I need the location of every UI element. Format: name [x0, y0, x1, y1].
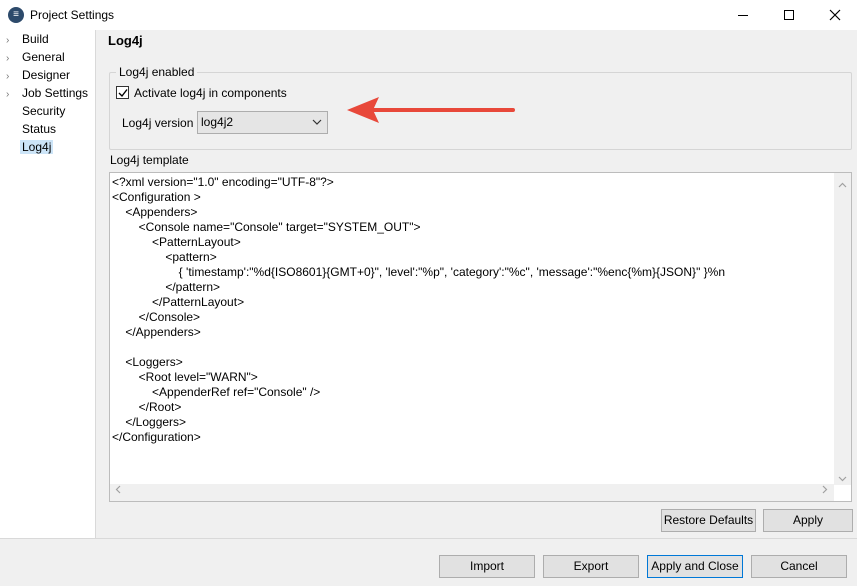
tree-item-job-settings[interactable]: › Job Settings — [6, 84, 90, 102]
maximize-icon — [784, 10, 794, 20]
restore-defaults-button[interactable]: Restore Defaults — [661, 509, 756, 532]
log4j-version-select[interactable]: log4j2 — [197, 111, 328, 134]
activate-log4j-checkbox[interactable] — [116, 86, 129, 99]
tree-item-general[interactable]: › General — [6, 48, 67, 66]
tree-item-label: General — [22, 50, 65, 64]
log4j-version-label: Log4j version — [122, 116, 194, 130]
scroll-right-icon[interactable] — [822, 483, 828, 497]
red-arrow-icon — [347, 97, 515, 123]
close-icon — [829, 9, 841, 21]
tree-item-designer[interactable]: › Designer — [6, 66, 72, 84]
apply-and-close-button[interactable]: Apply and Close — [647, 555, 743, 578]
tree-item-label: Security — [22, 104, 66, 118]
chevron-down-icon — [312, 112, 322, 140]
window-title: Project Settings — [30, 8, 115, 22]
tree-item-log4j[interactable]: Log4j — [6, 138, 54, 156]
template-text[interactable]: <?xml version="1.0" encoding="UTF-8"?> <… — [112, 175, 725, 445]
horizontal-scrollbar[interactable] — [110, 484, 834, 501]
export-button[interactable]: Export — [543, 555, 639, 578]
minimize-button[interactable] — [720, 0, 766, 30]
footer-divider — [0, 538, 857, 539]
tree-item-label: Status — [22, 122, 57, 136]
log4j-template-label: Log4j template — [110, 153, 189, 167]
import-button[interactable]: Import — [439, 555, 535, 578]
tree-item-label: Build — [22, 32, 49, 46]
project-settings-window: ≡ Project Settings › Build › General › Desi… — [0, 0, 857, 586]
maximize-button[interactable] — [766, 0, 812, 30]
settings-tree: › Build › General › Designer › Job Settings … — [0, 30, 96, 538]
group-legend: Log4j enabled — [116, 65, 198, 79]
checkmark-icon — [118, 89, 128, 98]
scroll-down-icon[interactable] — [838, 471, 847, 485]
title-bar: ≡ Project Settings — [0, 0, 857, 30]
tree-item-label: Job Settings — [22, 86, 89, 100]
close-button[interactable] — [812, 0, 857, 30]
page-title: Log4j — [108, 33, 143, 48]
log4j-template-editor[interactable]: <?xml version="1.0" encoding="UTF-8"?> <… — [109, 172, 852, 502]
apply-button[interactable]: Apply — [763, 509, 853, 532]
vertical-scrollbar[interactable] — [834, 173, 851, 485]
selected-version: log4j2 — [201, 115, 234, 129]
tree-item-label: Log4j — [20, 140, 54, 154]
scroll-left-icon[interactable] — [115, 483, 121, 497]
activate-log4j-label[interactable]: Activate log4j in components — [134, 86, 287, 100]
scroll-up-icon[interactable] — [838, 177, 847, 191]
cancel-button[interactable]: Cancel — [751, 555, 847, 578]
tree-item-build[interactable]: › Build — [6, 30, 51, 48]
tree-item-security[interactable]: Security — [6, 102, 67, 120]
minimize-icon — [738, 15, 748, 16]
app-logo-icon: ≡ — [8, 7, 24, 23]
tree-item-status[interactable]: Status — [6, 120, 58, 138]
tree-item-label: Designer — [22, 68, 71, 82]
